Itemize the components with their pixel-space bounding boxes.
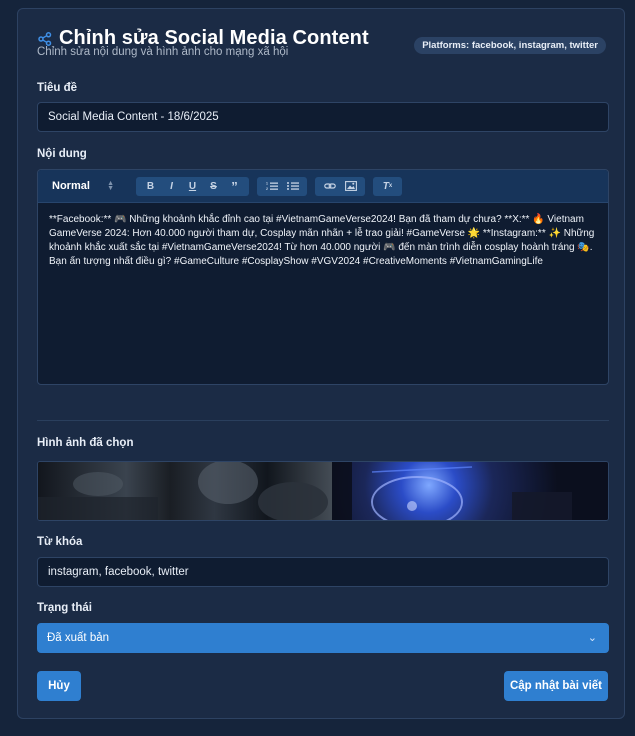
editor-content[interactable]: **Facebook:** 🎮 Những khoảnh khắc đỉnh c…	[38, 203, 608, 279]
selected-image-2[interactable]	[332, 462, 608, 520]
underline-icon[interactable]: U	[182, 179, 203, 194]
svg-text:2: 2	[266, 187, 268, 191]
editor-toolbar: Normal ▲ ▼ B I U S ” 12 T x	[38, 170, 608, 203]
keywords-label: Từ khóa	[37, 536, 83, 548]
selected-image-1[interactable]	[38, 462, 332, 520]
rich-text-editor: Normal ▲ ▼ B I U S ” 12 T x **Facebook:*…	[37, 169, 609, 385]
bold-icon[interactable]: B	[140, 179, 161, 194]
image-1-art	[38, 462, 328, 520]
edit-card: Chỉnh sửa Social Media Content Chỉnh sửa…	[17, 8, 625, 719]
clear-format-icon[interactable]: Tx	[377, 179, 398, 194]
toolbar-group-text: B I U S ”	[136, 176, 249, 196]
page-subtitle: Chỉnh sửa nội dung và hình ảnh cho mạng …	[37, 46, 289, 58]
selected-images	[37, 461, 609, 521]
title-input[interactable]: Social Media Content - 18/6/2025	[37, 102, 609, 132]
toolbar-group-media	[315, 176, 365, 196]
editor-divider	[37, 420, 609, 421]
strikethrough-icon[interactable]: S	[203, 179, 224, 194]
italic-icon[interactable]: I	[161, 179, 182, 194]
update-post-button[interactable]: Cập nhật bài viết	[504, 671, 608, 701]
svg-text:1: 1	[266, 182, 268, 186]
format-select[interactable]: Normal ▲ ▼	[52, 180, 114, 192]
status-select-value: Đã xuất bản	[47, 632, 110, 644]
keywords-input[interactable]: instagram, facebook, twitter	[37, 557, 609, 587]
platforms-badge: Platforms: facebook, instagram, twitter	[414, 37, 606, 54]
ordered-list-icon[interactable]: 12	[261, 179, 282, 194]
image-icon[interactable]	[340, 179, 361, 194]
toolbar-group-clear: Tx	[373, 176, 402, 196]
quote-icon[interactable]: ”	[224, 179, 245, 194]
select-arrows-icon: ▲ ▼	[107, 180, 114, 192]
chevron-down-icon: ⌄	[587, 632, 597, 644]
toolbar-group-list: 12	[257, 176, 307, 196]
title-label: Tiêu đề	[37, 82, 78, 94]
content-label: Nội dung	[37, 148, 87, 160]
share-icon	[38, 31, 52, 46]
status-label: Trạng thái	[37, 602, 92, 614]
cancel-button[interactable]: Hủy	[37, 671, 81, 701]
image-2-art	[332, 462, 572, 520]
images-label: Hình ảnh đã chọn	[37, 437, 134, 449]
bullet-list-icon[interactable]	[282, 179, 303, 194]
status-select[interactable]: Đã xuất bản ⌄	[37, 623, 609, 653]
link-icon[interactable]	[319, 179, 340, 194]
format-select-label: Normal	[52, 180, 90, 192]
